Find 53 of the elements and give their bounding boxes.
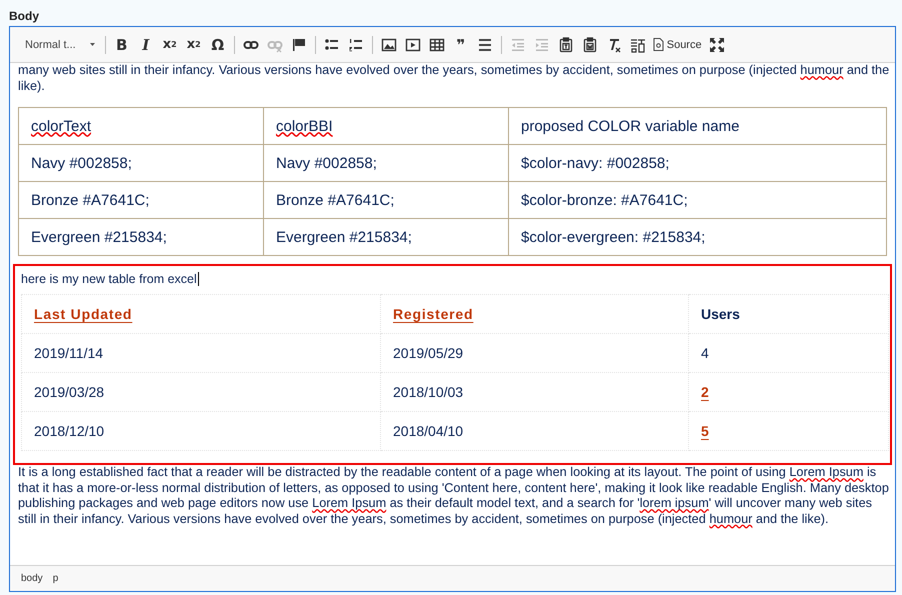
table-cell: Navy #002858; <box>264 144 508 182</box>
table-cell: 2019/03/28 <box>22 372 380 412</box>
italic-button[interactable]: I <box>134 34 157 56</box>
table-cell: 2018/12/10 <box>22 412 380 450</box>
table-cell: 2019/11/14 <box>22 334 380 372</box>
table-cell: $color-bronze: #A7641C; <box>508 182 886 218</box>
clipboard-text-icon <box>558 36 574 52</box>
table-cell: proposed COLOR variable name <box>508 108 886 144</box>
table-cell: 4 <box>688 334 888 372</box>
body-paragraph: many web sites still in their infancy. Various versions have evolved over the years, sometimes by accident, sometimes on purpose (injected humour and the like). <box>18 63 890 94</box>
language-icon <box>630 36 646 52</box>
table-cell: 2018/10/03 <box>380 372 688 412</box>
column-header: Users <box>688 294 888 334</box>
table-cell: 2018/04/10 <box>380 412 688 450</box>
numbered-list-icon <box>348 36 364 52</box>
text-cursor <box>198 272 199 286</box>
element-path-item[interactable]: body <box>20 573 44 584</box>
cell-link[interactable]: 5 <box>688 412 888 450</box>
table-grid-icon <box>428 36 445 52</box>
table-cell: colorText <box>18 108 264 144</box>
format-dropdown[interactable]: Normal t... <box>21 34 101 56</box>
source-button[interactable]: Source <box>650 34 704 56</box>
table-cell: 2019/05/29 <box>380 334 688 372</box>
superscript-button[interactable]: x$^{2}$ <box>158 34 181 56</box>
caret-icon <box>90 43 95 46</box>
table-cell: Navy #002858; <box>18 144 264 182</box>
outdent-icon <box>510 36 526 52</box>
table-cell: Evergreen #215834; <box>18 218 264 256</box>
image-icon <box>380 36 397 52</box>
indent-icon <box>534 36 550 52</box>
bulleted-list-icon <box>324 36 340 52</box>
video-frame-icon <box>404 36 421 52</box>
table-cell: Bronze #A7641C; <box>264 182 508 218</box>
element-path-item[interactable]: p <box>52 573 60 584</box>
table-cell: Evergreen #215834; <box>264 218 508 256</box>
table-cell: Bronze #A7641C; <box>18 182 264 218</box>
sortable-column-header[interactable]: Last Updated <box>22 294 380 334</box>
table-cell: $color-evergreen: #215834; <box>508 218 886 256</box>
field-label: Body <box>9 8 40 25</box>
horizontal-lines-icon <box>476 36 493 52</box>
sortable-column-header[interactable]: Registered <box>380 294 688 334</box>
blockquote-button[interactable]: ❞ <box>450 34 472 56</box>
expand-arrows-icon <box>708 36 725 52</box>
document-icon <box>652 38 664 51</box>
special-character-button[interactable]: Ω <box>206 34 229 56</box>
cell-link[interactable]: 2 <box>688 372 888 412</box>
bold-button[interactable]: B <box>110 34 133 56</box>
flag-icon <box>290 36 307 52</box>
intro-text: here is my new table from excel <box>21 272 197 286</box>
table-cell: colorBBI <box>264 108 508 144</box>
table-cell: $color-navy: #002858; <box>508 144 886 182</box>
body-paragraph: It is a long established fact that a reader will be distracted by the readable content of a page when looking at its layout. The point of using Lorem Ipsum is that it has a more-or-less normal distribution of letters, as opposed to using 'Content here, content here', making it look like readable English. Many desktop publishing packages and web page editors now use Lorem Ipsum as their default model text, and a search for 'lorem ipsum' will uncover many web sites still in their infancy. Various versions have evolved over the years, sometimes by accident, sometimes on purpose (injected humour and the like). <box>18 465 890 527</box>
clipboard-document-icon <box>582 36 598 52</box>
